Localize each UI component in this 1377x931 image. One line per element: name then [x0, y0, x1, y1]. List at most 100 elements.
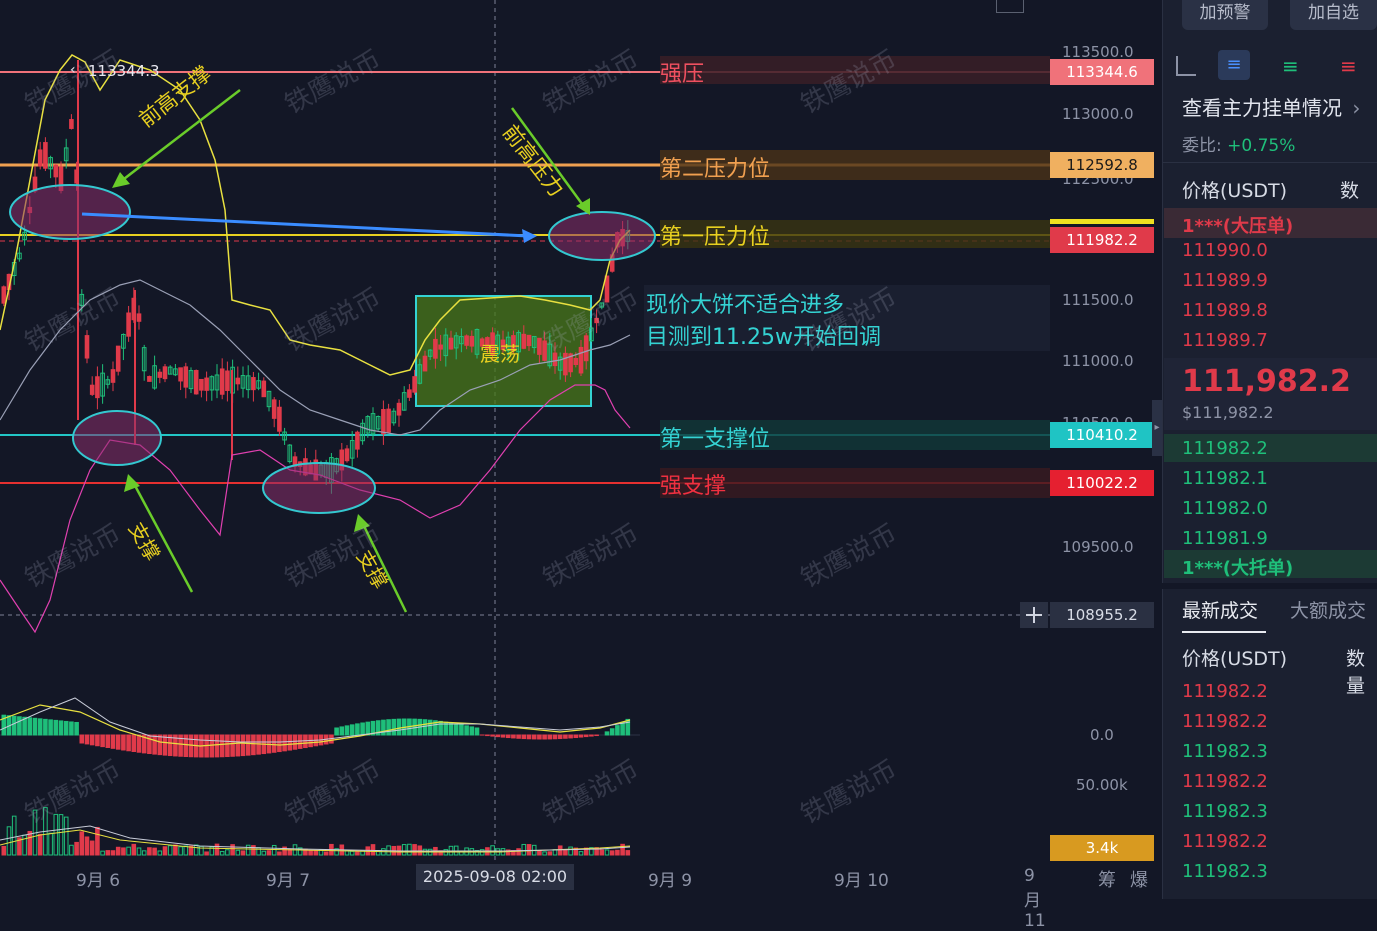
tag-first-support: 110410.2 — [1050, 422, 1154, 448]
trades-price-header: 价格(USDT) — [1182, 644, 1287, 671]
candle-body — [413, 377, 417, 392]
macd-bar — [564, 735, 568, 738]
volume-bar — [49, 833, 53, 855]
macd-bar — [350, 725, 354, 735]
ratio-label: 委比: — [1182, 136, 1222, 156]
chip-distribution-icon[interactable]: 筹 — [1098, 866, 1116, 892]
macd-bar — [64, 721, 68, 735]
volume-bar — [174, 845, 178, 855]
macd-bar — [522, 735, 526, 739]
date-label: 9月 7 — [266, 866, 310, 891]
view-toggle-icon-4[interactable]: ≡ — [1340, 54, 1357, 78]
macd-bar — [574, 735, 578, 738]
bid-price[interactable]: 111981.9 — [1182, 528, 1268, 549]
tag-second-resistance: 112592.8 — [1050, 152, 1154, 178]
macd-bar — [75, 722, 79, 735]
volume-bar — [418, 846, 422, 855]
candle-body — [345, 449, 349, 461]
volume-bar — [350, 851, 354, 855]
macd-bar — [486, 735, 490, 736]
tab-underline — [1182, 631, 1266, 633]
macd-bar — [512, 735, 516, 738]
macd-bar — [90, 735, 94, 745]
candle-body — [2, 287, 6, 303]
volume-bar — [96, 827, 100, 855]
macd-bar — [616, 726, 620, 735]
trade-row-price: 111982.2 — [1182, 771, 1268, 792]
ask-price[interactable]: 111989.8 — [1182, 300, 1268, 321]
volume-bar — [163, 847, 167, 855]
volume-bars — [2, 808, 630, 855]
ask-price[interactable]: 111989.9 — [1182, 270, 1268, 291]
chart-area[interactable]: 113344.3 ‹ 前高支撑 前高压力 支撑 支撑 震荡 现价大饼不适合进多 … — [0, 0, 1050, 899]
orderbook-link[interactable]: 查看主力挂单情况 › — [1182, 92, 1360, 121]
macd-bar — [361, 723, 365, 735]
bid-price[interactable]: 111982.0 — [1182, 498, 1268, 519]
macd-bar — [553, 735, 557, 739]
volume-bar — [626, 851, 630, 855]
volume-bar — [246, 845, 250, 855]
volume-bar — [184, 846, 188, 855]
view-toggle-icon-2[interactable]: ≡ — [1218, 50, 1250, 80]
liquidation-icon[interactable]: 爆 — [1130, 866, 1148, 892]
tab-large-trades[interactable]: 大额成交 — [1290, 596, 1366, 623]
macd-bar — [366, 722, 370, 735]
volume-bar — [548, 852, 552, 855]
level-bar-strong-resistance — [660, 56, 1050, 84]
volume-bar — [226, 850, 230, 855]
tab-latest-trades[interactable]: 最新成交 — [1182, 596, 1258, 623]
volume-bar — [517, 849, 521, 855]
volume-bar — [220, 852, 224, 855]
macd-bar — [454, 724, 458, 735]
candle-body — [522, 334, 526, 348]
divider — [1162, 162, 1377, 163]
volume-bar — [564, 849, 568, 855]
volume-bar — [278, 852, 282, 855]
macd-bar — [392, 719, 396, 735]
bid-price[interactable]: 111982.2 — [1182, 438, 1268, 459]
macd-bar — [288, 735, 292, 750]
volume-bar — [148, 848, 152, 855]
candle-body — [163, 367, 167, 379]
candle-body — [538, 338, 542, 354]
view-toggle-icon-3[interactable]: ≡ — [1282, 54, 1299, 78]
volume-bar — [153, 848, 157, 855]
add-watchlist-button[interactable]: 加自选 — [1290, 0, 1377, 30]
volume-bar — [241, 851, 245, 855]
candle-body — [382, 410, 386, 434]
ask-price[interactable]: 111989.7 — [1182, 330, 1268, 351]
panel-collapse-icon[interactable]: ▸ — [1152, 400, 1162, 456]
volume-bar — [132, 844, 136, 855]
toolbar-corner-icon[interactable] — [996, 0, 1024, 13]
price-axis[interactable] — [1050, 0, 1160, 899]
candle-body — [90, 385, 94, 394]
tag-crosshair-price: 108955.2 — [1050, 602, 1154, 628]
volume-tick: 50.00k — [1076, 776, 1128, 794]
date-label: 9月 10 — [834, 866, 889, 891]
volume-bar — [553, 850, 557, 855]
trade-row-price: 111982.2 — [1182, 681, 1268, 702]
range-box-label: 震荡 — [480, 338, 520, 367]
macd-bar — [595, 735, 599, 736]
big-ask-label: 1***(大压单) — [1182, 212, 1293, 238]
trade-row-price: 111982.3 — [1182, 741, 1268, 762]
macd-bar — [116, 735, 120, 749]
candle-body — [584, 336, 588, 361]
macd-histogram — [2, 715, 630, 757]
last-price: 111,982.2 — [1182, 364, 1351, 399]
add-alert-button[interactable]: 加预警 — [1182, 0, 1268, 30]
macd-bar — [96, 735, 100, 746]
ask-price[interactable]: 111990.0 — [1182, 240, 1268, 261]
macd-bar — [293, 735, 297, 749]
volume-bar — [101, 851, 105, 855]
bid-price[interactable]: 111982.1 — [1182, 468, 1268, 489]
candle-body — [111, 370, 115, 383]
volume-bar — [600, 850, 604, 855]
macd-bar — [517, 735, 521, 738]
candle-body — [158, 372, 162, 377]
tag-current-price: 111982.2 — [1050, 227, 1154, 253]
candle-body — [96, 377, 100, 398]
orderbook-price-header: 价格(USDT) — [1182, 176, 1287, 203]
volume-bar — [538, 851, 542, 855]
view-toggle-icon-1[interactable] — [1176, 56, 1196, 76]
